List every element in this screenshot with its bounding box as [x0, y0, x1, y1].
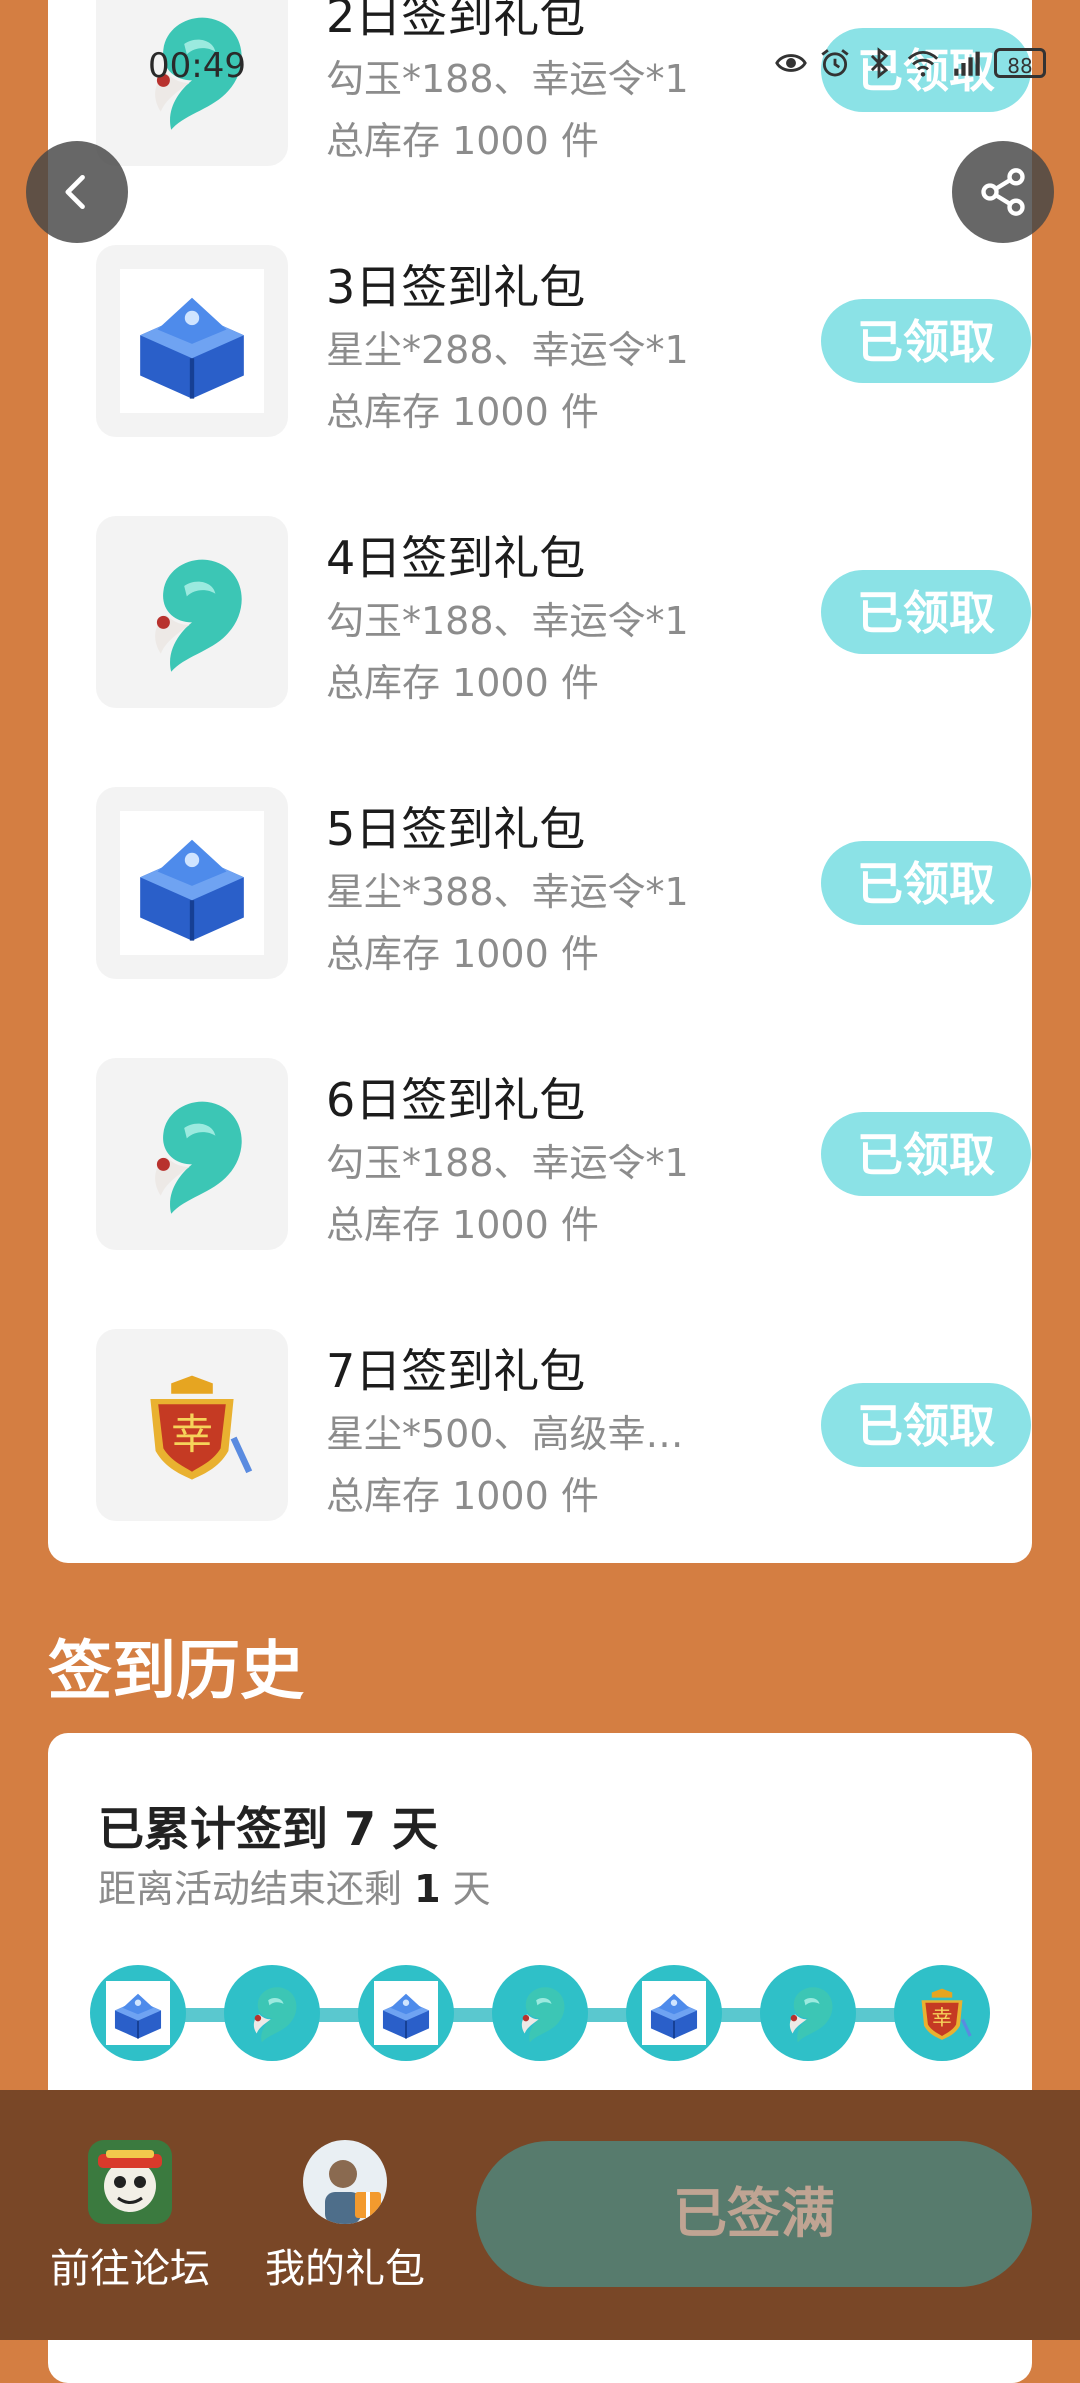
gift-stock: 总库存 1000 件: [326, 932, 599, 976]
stardust-chest-icon: [374, 1981, 438, 2045]
gift-title: 3日签到礼包: [326, 260, 586, 314]
history-heading: 签到历史: [48, 1635, 304, 1709]
gift-title: 7日签到礼包: [326, 1344, 586, 1398]
my-gifts-label: 我的礼包: [265, 2246, 425, 2292]
jade-magatama-icon: [776, 1981, 840, 2045]
alarm-icon: [821, 49, 849, 77]
claimed-button[interactable]: 已领取: [821, 841, 1031, 925]
history-total-suffix: 天: [392, 1802, 439, 1856]
signin-day-4: [492, 1965, 588, 2061]
bluetooth-icon: [870, 47, 889, 79]
gift-thumbnail: [96, 787, 288, 979]
back-button[interactable]: [26, 141, 128, 243]
bottom-bar: 前往论坛 我的礼包 已签满: [0, 2090, 1080, 2340]
status-bar: 00:49 88: [0, 0, 1080, 135]
user-avatar-icon: [303, 2140, 387, 2224]
stardust-chest-icon: [120, 269, 264, 413]
history-remaining: 距离活动结束还剩 1 天: [98, 1858, 491, 1913]
status-icons: 88: [774, 46, 1046, 80]
jade-magatama-icon: [127, 1089, 257, 1219]
history-total-days: 7: [344, 1802, 377, 1856]
share-icon: [981, 168, 1025, 216]
gift-contents: 勾玉*188、幸运令*1: [326, 599, 689, 643]
gift-contents: 星尘*388、幸运令*1: [326, 870, 689, 914]
share-button[interactable]: [952, 141, 1054, 243]
gift-thumbnail: [96, 1058, 288, 1250]
gift-stock: 总库存 1000 件: [326, 661, 599, 705]
history-remaining-prefix: 距离活动结束还剩: [98, 1867, 403, 1911]
signed-full-button[interactable]: 已签满: [476, 2141, 1032, 2287]
gift-contents: 勾玉*188、幸运令*1: [326, 1141, 689, 1185]
history-remaining-days: 1: [414, 1867, 441, 1911]
status-time: 00:49: [148, 46, 246, 86]
jade-magatama-icon: [240, 1981, 304, 2045]
gift-contents: 星尘*500、高级幸…: [326, 1412, 684, 1456]
signin-day-5: [626, 1965, 722, 2061]
claimed-button[interactable]: 已领取: [821, 1383, 1031, 1467]
wifi-icon: [907, 50, 939, 77]
stardust-chest-icon: [120, 811, 264, 955]
stardust-chest-icon: [642, 1981, 706, 2045]
gift-stock: 总库存 1000 件: [326, 1203, 599, 1247]
claimed-button[interactable]: 已领取: [821, 1112, 1031, 1196]
jade-magatama-icon: [508, 1981, 572, 2045]
gift-thumbnail: [96, 1329, 288, 1521]
my-gifts-button[interactable]: 我的礼包: [245, 2140, 445, 2294]
gift-title: 6日签到礼包: [326, 1073, 586, 1127]
signin-day-7: [894, 1965, 990, 2061]
gift-stock: 总库存 1000 件: [326, 1474, 599, 1518]
eye-icon: [775, 54, 807, 72]
lucky-token-icon: [127, 1360, 257, 1490]
gift-thumbnail: [96, 245, 288, 437]
signin-day-2: [224, 1965, 320, 2061]
history-total: 已累计签到 7 天: [98, 1793, 438, 1859]
cellular-signal-icon: [954, 51, 980, 76]
gift-thumbnail: [96, 516, 288, 708]
chevron-left-icon: [65, 174, 85, 210]
gift-title: 4日签到礼包: [326, 531, 586, 585]
gift-stock: 总库存 1000 件: [326, 390, 599, 434]
signin-day-3: [358, 1965, 454, 2061]
jade-magatama-icon: [127, 547, 257, 677]
forum-button[interactable]: 前往论坛: [30, 2140, 230, 2294]
gift-list-card: 2日签到礼包 勾玉*188、幸运令*1 总库存 1000 件已领取 3日签到礼包 星尘*…: [48, 0, 1032, 1563]
claimed-button[interactable]: 已领取: [821, 570, 1031, 654]
battery-icon: 88: [994, 48, 1046, 78]
signin-day-1: [90, 1965, 186, 2061]
history-total-prefix: 已累计签到: [98, 1802, 328, 1856]
gift-title: 5日签到礼包: [326, 802, 586, 856]
forum-label: 前往论坛: [50, 2246, 210, 2292]
claimed-button[interactable]: 已领取: [821, 299, 1031, 383]
signin-day-6: [760, 1965, 856, 2061]
lucky-token-icon: [910, 1981, 974, 2045]
gift-contents: 星尘*288、幸运令*1: [326, 328, 689, 372]
forum-game-icon: [88, 2140, 172, 2224]
stardust-chest-icon: [106, 1981, 170, 2045]
history-remaining-suffix: 天: [452, 1867, 491, 1911]
